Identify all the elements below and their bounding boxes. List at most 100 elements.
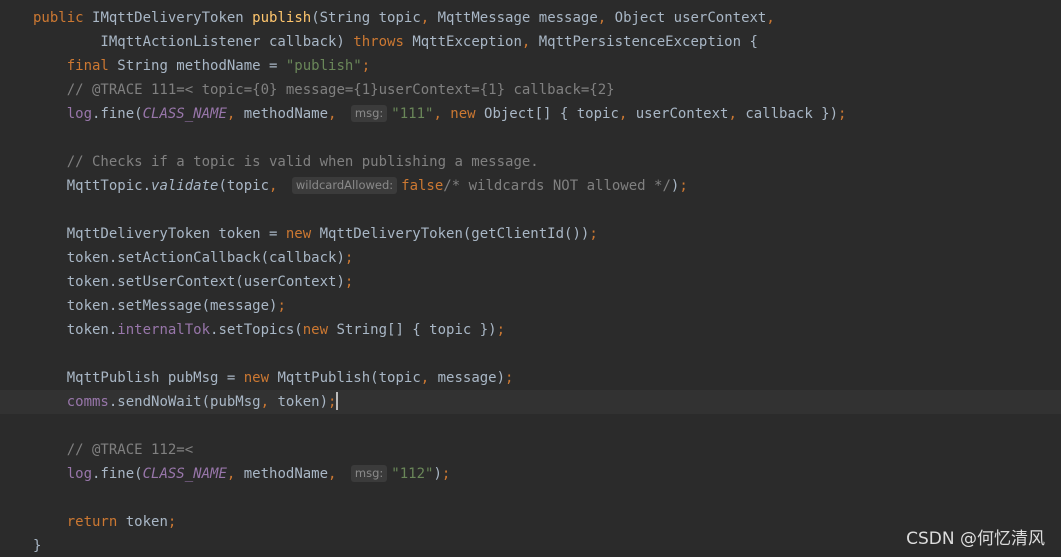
code-text: // @TRACE 112=< bbox=[33, 438, 193, 462]
text-cursor bbox=[336, 392, 339, 410]
code-token: // Checks if a topic is valid when publi… bbox=[66, 154, 539, 170]
code-token: final bbox=[66, 58, 118, 74]
code-line[interactable] bbox=[0, 126, 1061, 150]
code-line[interactable] bbox=[0, 486, 1061, 510]
code-line[interactable] bbox=[0, 198, 1061, 222]
code-line[interactable]: } bbox=[0, 534, 1061, 557]
code-text: // @TRACE 111=< topic={0} message={1}use… bbox=[33, 78, 615, 102]
code-token: , bbox=[766, 10, 775, 26]
code-text: MqttDeliveryToken token = new MqttDelive… bbox=[33, 222, 598, 246]
code-line[interactable]: log.fine(CLASS_NAME, methodName, msg: "11… bbox=[0, 462, 1061, 486]
code-line[interactable]: MqttPublish pubMsg = new MqttPublish(top… bbox=[0, 366, 1061, 390]
parameter-hint: wildcardAllowed: bbox=[291, 177, 398, 194]
code-token: MqttMessage message bbox=[437, 10, 598, 26]
code-token: IMqttDeliveryToken bbox=[92, 10, 253, 26]
code-token: public bbox=[33, 10, 93, 26]
code-token: ) bbox=[433, 466, 442, 482]
code-token: , bbox=[226, 466, 244, 482]
code-line[interactable]: token.setUserContext(userContext); bbox=[0, 270, 1061, 294]
code-token: Object userContext bbox=[614, 10, 767, 26]
current-code-line[interactable]: comms.sendNoWait(pubMsg, token); bbox=[0, 390, 1061, 414]
code-token: , bbox=[521, 34, 539, 50]
code-line[interactable]: MqttDeliveryToken token = new MqttDelive… bbox=[0, 222, 1061, 246]
code-token: , bbox=[433, 106, 451, 122]
code-token: new bbox=[450, 106, 485, 122]
code-token: ; bbox=[344, 274, 354, 290]
code-token: ; bbox=[589, 226, 598, 242]
code-token: ; bbox=[496, 322, 506, 338]
code-text: MqttPublish pubMsg = new MqttPublish(top… bbox=[33, 366, 514, 390]
code-text: } bbox=[33, 534, 41, 557]
code-token: token. bbox=[66, 322, 118, 338]
code-token: new bbox=[243, 370, 278, 386]
code-token: false bbox=[401, 178, 444, 194]
code-text: token.setUserContext(userContext); bbox=[33, 270, 354, 294]
code-token: ; bbox=[441, 466, 451, 482]
code-line[interactable]: MqttTopic.validate(topic, wildcardAllowe… bbox=[0, 174, 1061, 198]
code-text: token.internalTok.setTopics(new String[]… bbox=[33, 318, 505, 342]
code-token: , bbox=[618, 106, 636, 122]
code-token: // @TRACE 111=< topic={0} message={1}use… bbox=[66, 82, 615, 98]
code-token: methodName bbox=[243, 106, 329, 122]
code-line[interactable]: public IMqttDeliveryToken publish(String… bbox=[0, 6, 1061, 30]
code-line[interactable]: IMqttActionListener callback) throws Mqt… bbox=[0, 30, 1061, 54]
code-token: (topic bbox=[218, 178, 270, 194]
code-token: , bbox=[269, 178, 286, 194]
code-token: , bbox=[226, 106, 244, 122]
code-token: log bbox=[66, 466, 93, 482]
code-text: log.fine(CLASS_NAME, methodName, msg: "11… bbox=[33, 102, 846, 126]
code-line[interactable]: // @TRACE 112=< bbox=[0, 438, 1061, 462]
code-token: publish bbox=[252, 10, 312, 26]
code-token: , bbox=[328, 106, 345, 122]
code-token: String[] { topic }) bbox=[336, 322, 497, 338]
code-token: throws bbox=[353, 34, 413, 50]
code-token: , bbox=[420, 370, 438, 386]
code-token: /* wildcards NOT allowed */ bbox=[443, 178, 671, 194]
code-editor[interactable]: public IMqttDeliveryToken publish(String… bbox=[0, 0, 1061, 557]
code-line[interactable]: log.fine(CLASS_NAME, methodName, msg: "11… bbox=[0, 102, 1061, 126]
code-token: ; bbox=[344, 250, 354, 266]
code-line[interactable] bbox=[0, 342, 1061, 366]
watermark: CSDN @何忆清风 bbox=[906, 529, 1045, 549]
code-token: ; bbox=[361, 58, 371, 74]
code-line[interactable]: token.internalTok.setTopics(new String[]… bbox=[0, 318, 1061, 342]
code-token: ; bbox=[838, 106, 847, 122]
code-token: new bbox=[285, 226, 320, 242]
code-token: // @TRACE 112=< bbox=[66, 442, 194, 458]
code-line[interactable]: token.setActionCallback(callback); bbox=[0, 246, 1061, 270]
code-text: token.setMessage(message); bbox=[33, 294, 286, 318]
code-line[interactable]: return token; bbox=[0, 510, 1061, 534]
code-line[interactable] bbox=[0, 414, 1061, 438]
code-token: .fine( bbox=[92, 466, 143, 482]
code-line[interactable]: token.setMessage(message); bbox=[0, 294, 1061, 318]
code-token: Object[] { topic bbox=[484, 106, 619, 122]
code-line[interactable]: // Checks if a topic is valid when publi… bbox=[0, 150, 1061, 174]
code-line[interactable]: // @TRACE 111=< topic={0} message={1}use… bbox=[0, 78, 1061, 102]
code-token: , bbox=[260, 394, 278, 410]
code-token: CLASS_NAME bbox=[142, 466, 227, 482]
code-token: MqttPublish(topic bbox=[277, 370, 421, 386]
code-token: log bbox=[66, 106, 93, 122]
code-token: token.setMessage(message) bbox=[66, 298, 278, 314]
code-token: (String topic bbox=[311, 10, 421, 26]
code-token: message) bbox=[437, 370, 506, 386]
code-token: "112" bbox=[391, 466, 434, 482]
code-token: MqttTopic. bbox=[66, 178, 152, 194]
code-token: ; bbox=[505, 370, 514, 386]
code-token: token.setActionCallback(callback) bbox=[66, 250, 345, 266]
code-text: final String methodName = "publish"; bbox=[33, 54, 370, 78]
parameter-hint: msg: bbox=[350, 465, 388, 482]
code-line[interactable]: final String methodName = "publish"; bbox=[0, 54, 1061, 78]
code-token: callback }) bbox=[745, 106, 839, 122]
code-token: new bbox=[302, 322, 337, 338]
